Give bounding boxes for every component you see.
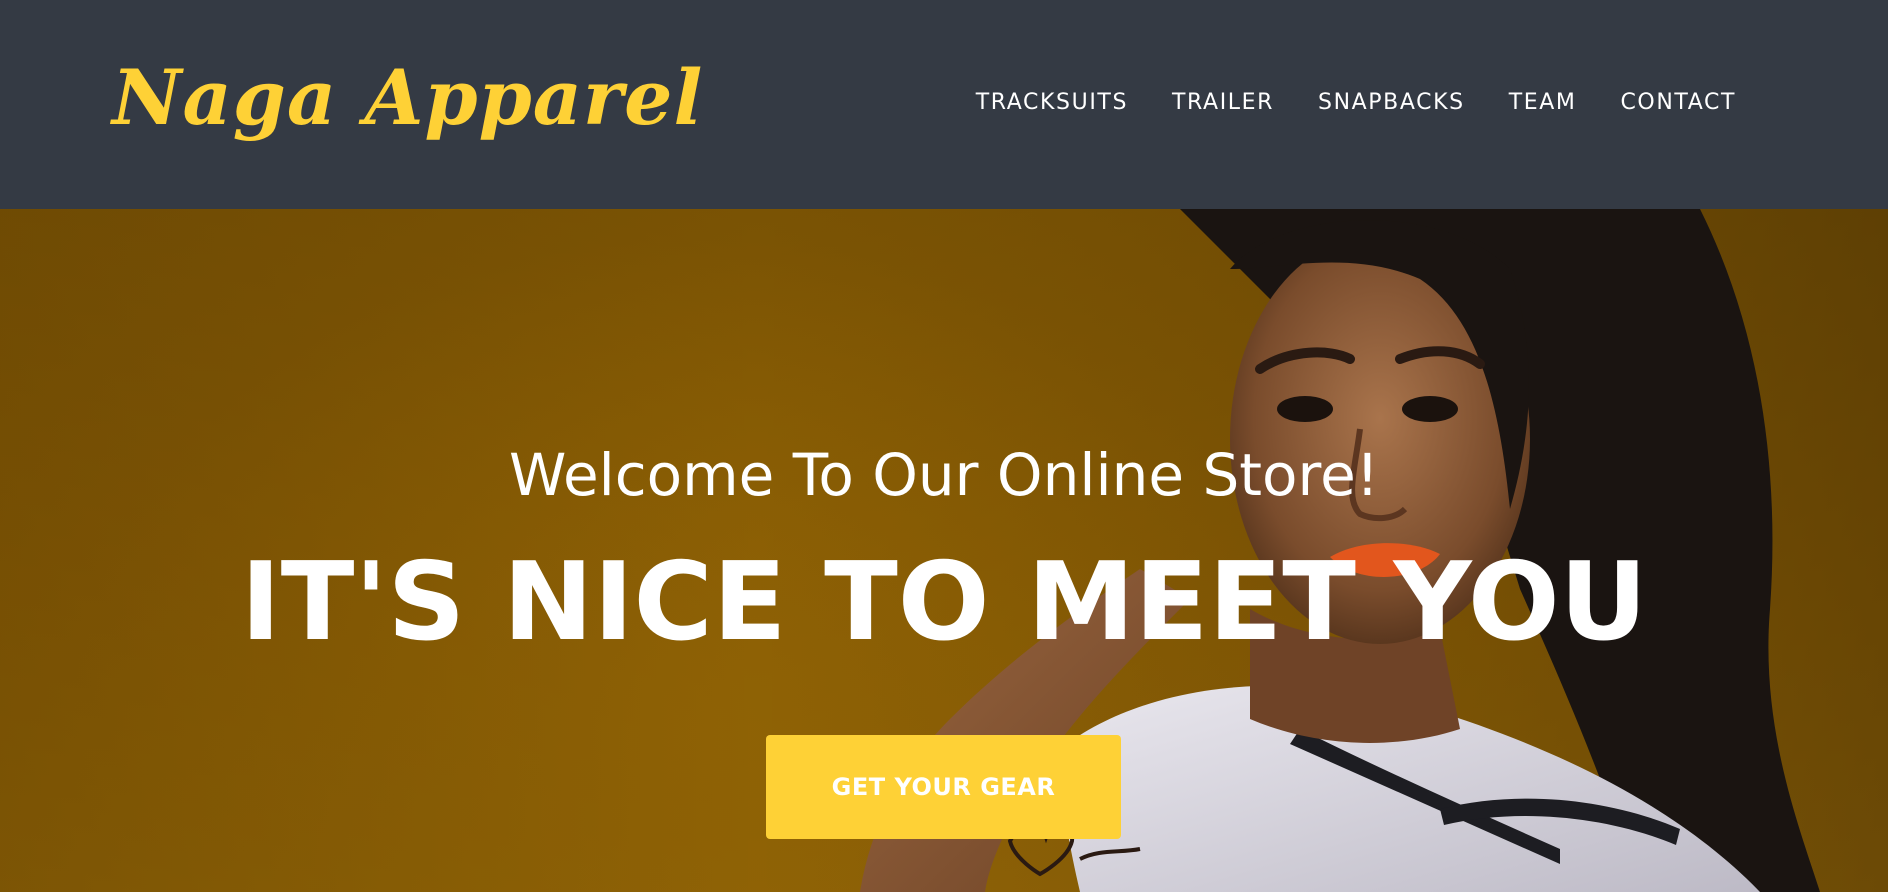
nav-link-contact[interactable]: CONTACT <box>1598 88 1758 117</box>
nav-link-team[interactable]: TEAM <box>1487 88 1599 117</box>
main-nav: TRACKSUITS TRAILER SNAPBACKS TEAM CONTAC… <box>954 88 1758 117</box>
hero-section: Welcome To Our Online Store! IT'S NICE T… <box>0 209 1888 892</box>
nav-item-snapbacks: SNAPBACKS <box>1296 88 1487 117</box>
get-your-gear-button[interactable]: GET YOUR GEAR <box>766 735 1121 839</box>
nav-link-tracksuits[interactable]: TRACKSUITS <box>954 88 1150 117</box>
site-navbar: Naga Apparel TRACKSUITS TRAILER SNAPBACK… <box>0 0 1888 209</box>
hero-heading: IT'S NICE TO MEET YOU <box>240 540 1648 665</box>
nav-item-contact: CONTACT <box>1598 88 1758 117</box>
hero-content: Welcome To Our Online Store! IT'S NICE T… <box>0 209 1888 892</box>
nav-item-trailer: TRAILER <box>1150 88 1296 117</box>
hero-lead-in: Welcome To Our Online Store! <box>509 441 1379 509</box>
nav-item-tracksuits: TRACKSUITS <box>954 88 1150 117</box>
nav-link-trailer[interactable]: TRAILER <box>1150 88 1296 117</box>
nav-link-snapbacks[interactable]: SNAPBACKS <box>1296 88 1487 117</box>
brand-logo[interactable]: Naga Apparel <box>112 52 703 143</box>
nav-item-team: TEAM <box>1487 88 1599 117</box>
